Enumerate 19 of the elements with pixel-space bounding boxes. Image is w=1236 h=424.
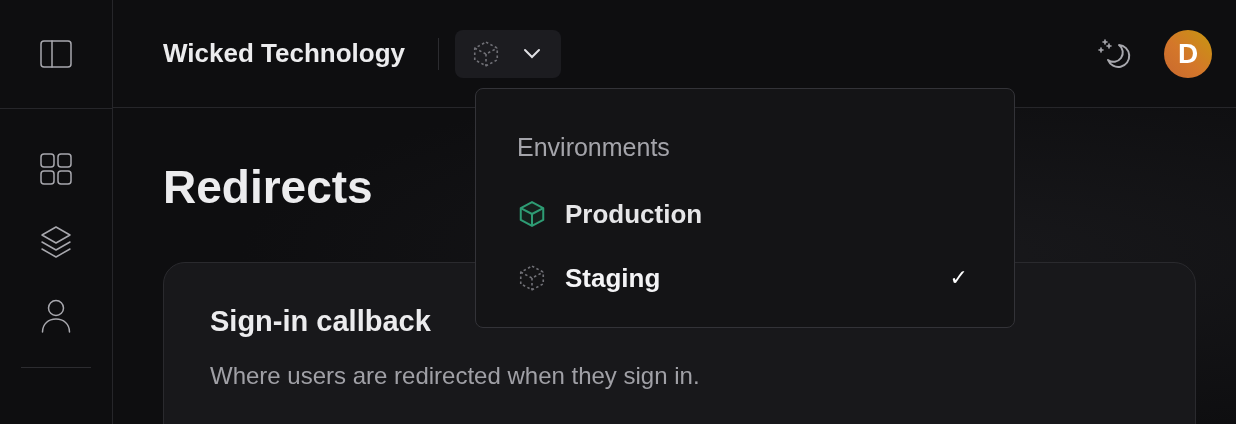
organization-name: Wicked Technology <box>163 38 405 69</box>
cube-icon <box>471 38 501 69</box>
check-icon: ✓ <box>949 265 968 291</box>
card-title: Sign-in callback <box>210 305 432 338</box>
cube-icon <box>517 199 547 229</box>
theme-toggle[interactable] <box>1098 36 1132 71</box>
moon-stars-icon <box>1098 36 1132 71</box>
environment-switcher[interactable] <box>455 29 561 78</box>
cube-icon <box>517 263 547 293</box>
environment-option[interactable]: Staging ✓ <box>517 246 974 310</box>
menu-heading: Environments <box>517 133 671 162</box>
chevron-down-icon <box>523 47 541 60</box>
user-icon[interactable] <box>41 299 71 333</box>
card-description: Where users are redirected when they sign in. <box>210 362 701 390</box>
page-title: Redirects <box>163 164 374 210</box>
sidebar-toggle-icon[interactable] <box>40 40 72 68</box>
environment-option[interactable]: Production <box>517 182 974 246</box>
grid-icon[interactable] <box>40 153 72 185</box>
layers-icon[interactable] <box>40 225 72 259</box>
